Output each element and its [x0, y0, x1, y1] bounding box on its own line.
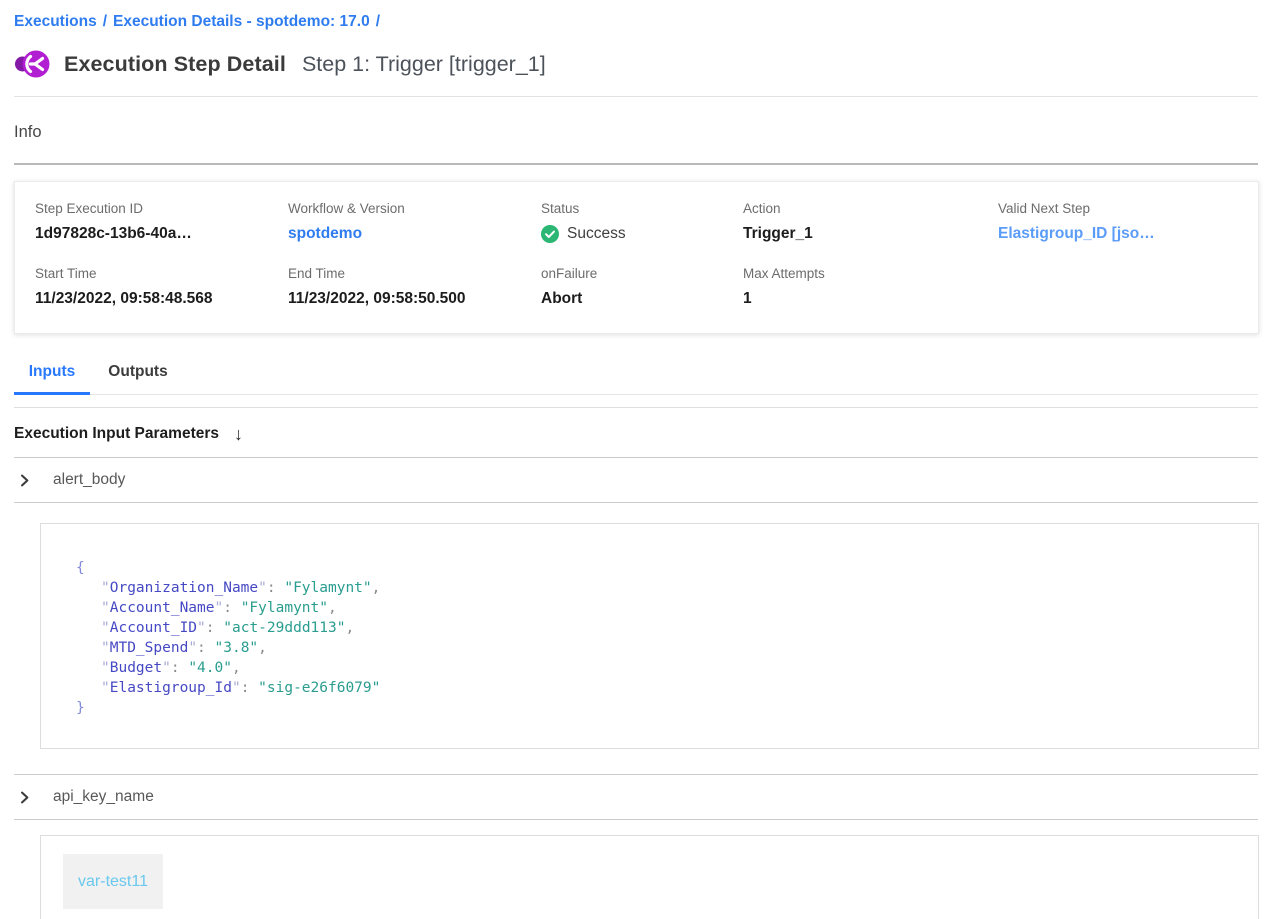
page-title: Execution Step Detail	[64, 52, 286, 77]
api-key-name-chip: var-test11	[63, 854, 163, 909]
breadcrumb-trailing-separator: /	[376, 13, 380, 30]
tab-outputs[interactable]: Outputs	[100, 357, 176, 394]
field-value: 11/23/2022, 09:58:50.500	[288, 290, 541, 308]
divider	[14, 502, 1258, 503]
field-value: Abort	[541, 290, 743, 308]
info-section-title: Info	[0, 97, 1272, 142]
field-label: Start Time	[35, 266, 288, 281]
alert-body-json-panel: {"Organization_Name": "Fylamynt","Accoun…	[40, 523, 1259, 749]
execution-step-detail-page: Executions / Execution Details - spotdemo:…	[0, 0, 1272, 919]
field-status: Status Success	[541, 201, 743, 243]
field-label: Step Execution ID	[35, 201, 288, 216]
page-header: Execution Step Detail Step 1: Trigger [t…	[0, 46, 1272, 82]
success-check-icon	[541, 225, 559, 243]
status-badge: Success	[541, 225, 743, 243]
field-onfailure: onFailure Abort	[541, 266, 743, 308]
status-text: Success	[567, 225, 626, 243]
field-label: Workflow & Version	[288, 201, 541, 216]
section-label: api_key_name	[53, 788, 154, 806]
field-value: 1	[743, 290, 998, 308]
info-card-row-1: Step Execution ID 1d97828c-13b6-40a… Wor…	[35, 201, 1248, 243]
field-workflow-version: Workflow & Version spotdemo	[288, 201, 541, 243]
field-action: Action Trigger_1	[743, 201, 998, 243]
execution-input-parameters-header: Execution Input Parameters ↓	[0, 408, 1272, 443]
field-value: Trigger_1	[743, 225, 998, 243]
info-card: Step Execution ID 1d97828c-13b6-40a… Wor…	[14, 181, 1259, 334]
breadcrumb-separator: /	[103, 13, 107, 30]
inputs-outputs-tabs: Inputs Outputs	[14, 357, 1258, 395]
field-valid-next-step: Valid Next Step Elastigroup_ID [jso…	[998, 201, 1248, 243]
section-alert-body[interactable]: alert_body	[0, 458, 1272, 502]
breadcrumb-link-execution-details[interactable]: Execution Details - spotdemo: 17.0	[113, 13, 370, 30]
api-key-name-panel: var-test11	[40, 835, 1259, 919]
download-arrow-icon[interactable]: ↓	[234, 425, 243, 443]
info-card-row-2: Start Time 11/23/2022, 09:58:48.568 End …	[35, 266, 1248, 308]
breadcrumb: Executions / Execution Details - spotdemo:…	[0, 0, 1272, 31]
execution-input-parameters-label: Execution Input Parameters	[14, 425, 219, 443]
field-label: Max Attempts	[743, 266, 998, 281]
page-subtitle: Step 1: Trigger [trigger_1]	[302, 52, 546, 77]
field-start-time: Start Time 11/23/2022, 09:58:48.568	[35, 266, 288, 308]
field-label: onFailure	[541, 266, 743, 281]
chevron-right-icon	[18, 791, 31, 804]
valid-next-step-link[interactable]: Elastigroup_ID [jso…	[998, 225, 1248, 243]
field-end-time: End Time 11/23/2022, 09:58:50.500	[288, 266, 541, 308]
workflow-link[interactable]: spotdemo	[288, 225, 541, 243]
section-label: alert_body	[53, 471, 125, 489]
section-api-key-name[interactable]: api_key_name	[0, 775, 1272, 819]
field-label: Valid Next Step	[998, 201, 1248, 216]
fylamynt-logo-icon	[14, 46, 50, 82]
field-value: 11/23/2022, 09:58:48.568	[35, 290, 288, 308]
breadcrumb-link-executions[interactable]: Executions	[14, 13, 97, 30]
alert-body-json: {"Organization_Name": "Fylamynt","Accoun…	[76, 558, 1238, 718]
chevron-right-icon	[18, 474, 31, 487]
field-step-execution-id: Step Execution ID 1d97828c-13b6-40a…	[35, 201, 288, 243]
tab-inputs[interactable]: Inputs	[14, 357, 90, 395]
field-max-attempts: Max Attempts 1	[743, 266, 998, 308]
field-label: Status	[541, 201, 743, 216]
divider	[14, 163, 1258, 165]
field-value: 1d97828c-13b6-40a…	[35, 225, 288, 243]
empty-cell	[998, 266, 1248, 308]
divider	[14, 819, 1258, 820]
field-label: Action	[743, 201, 998, 216]
field-label: End Time	[288, 266, 541, 281]
